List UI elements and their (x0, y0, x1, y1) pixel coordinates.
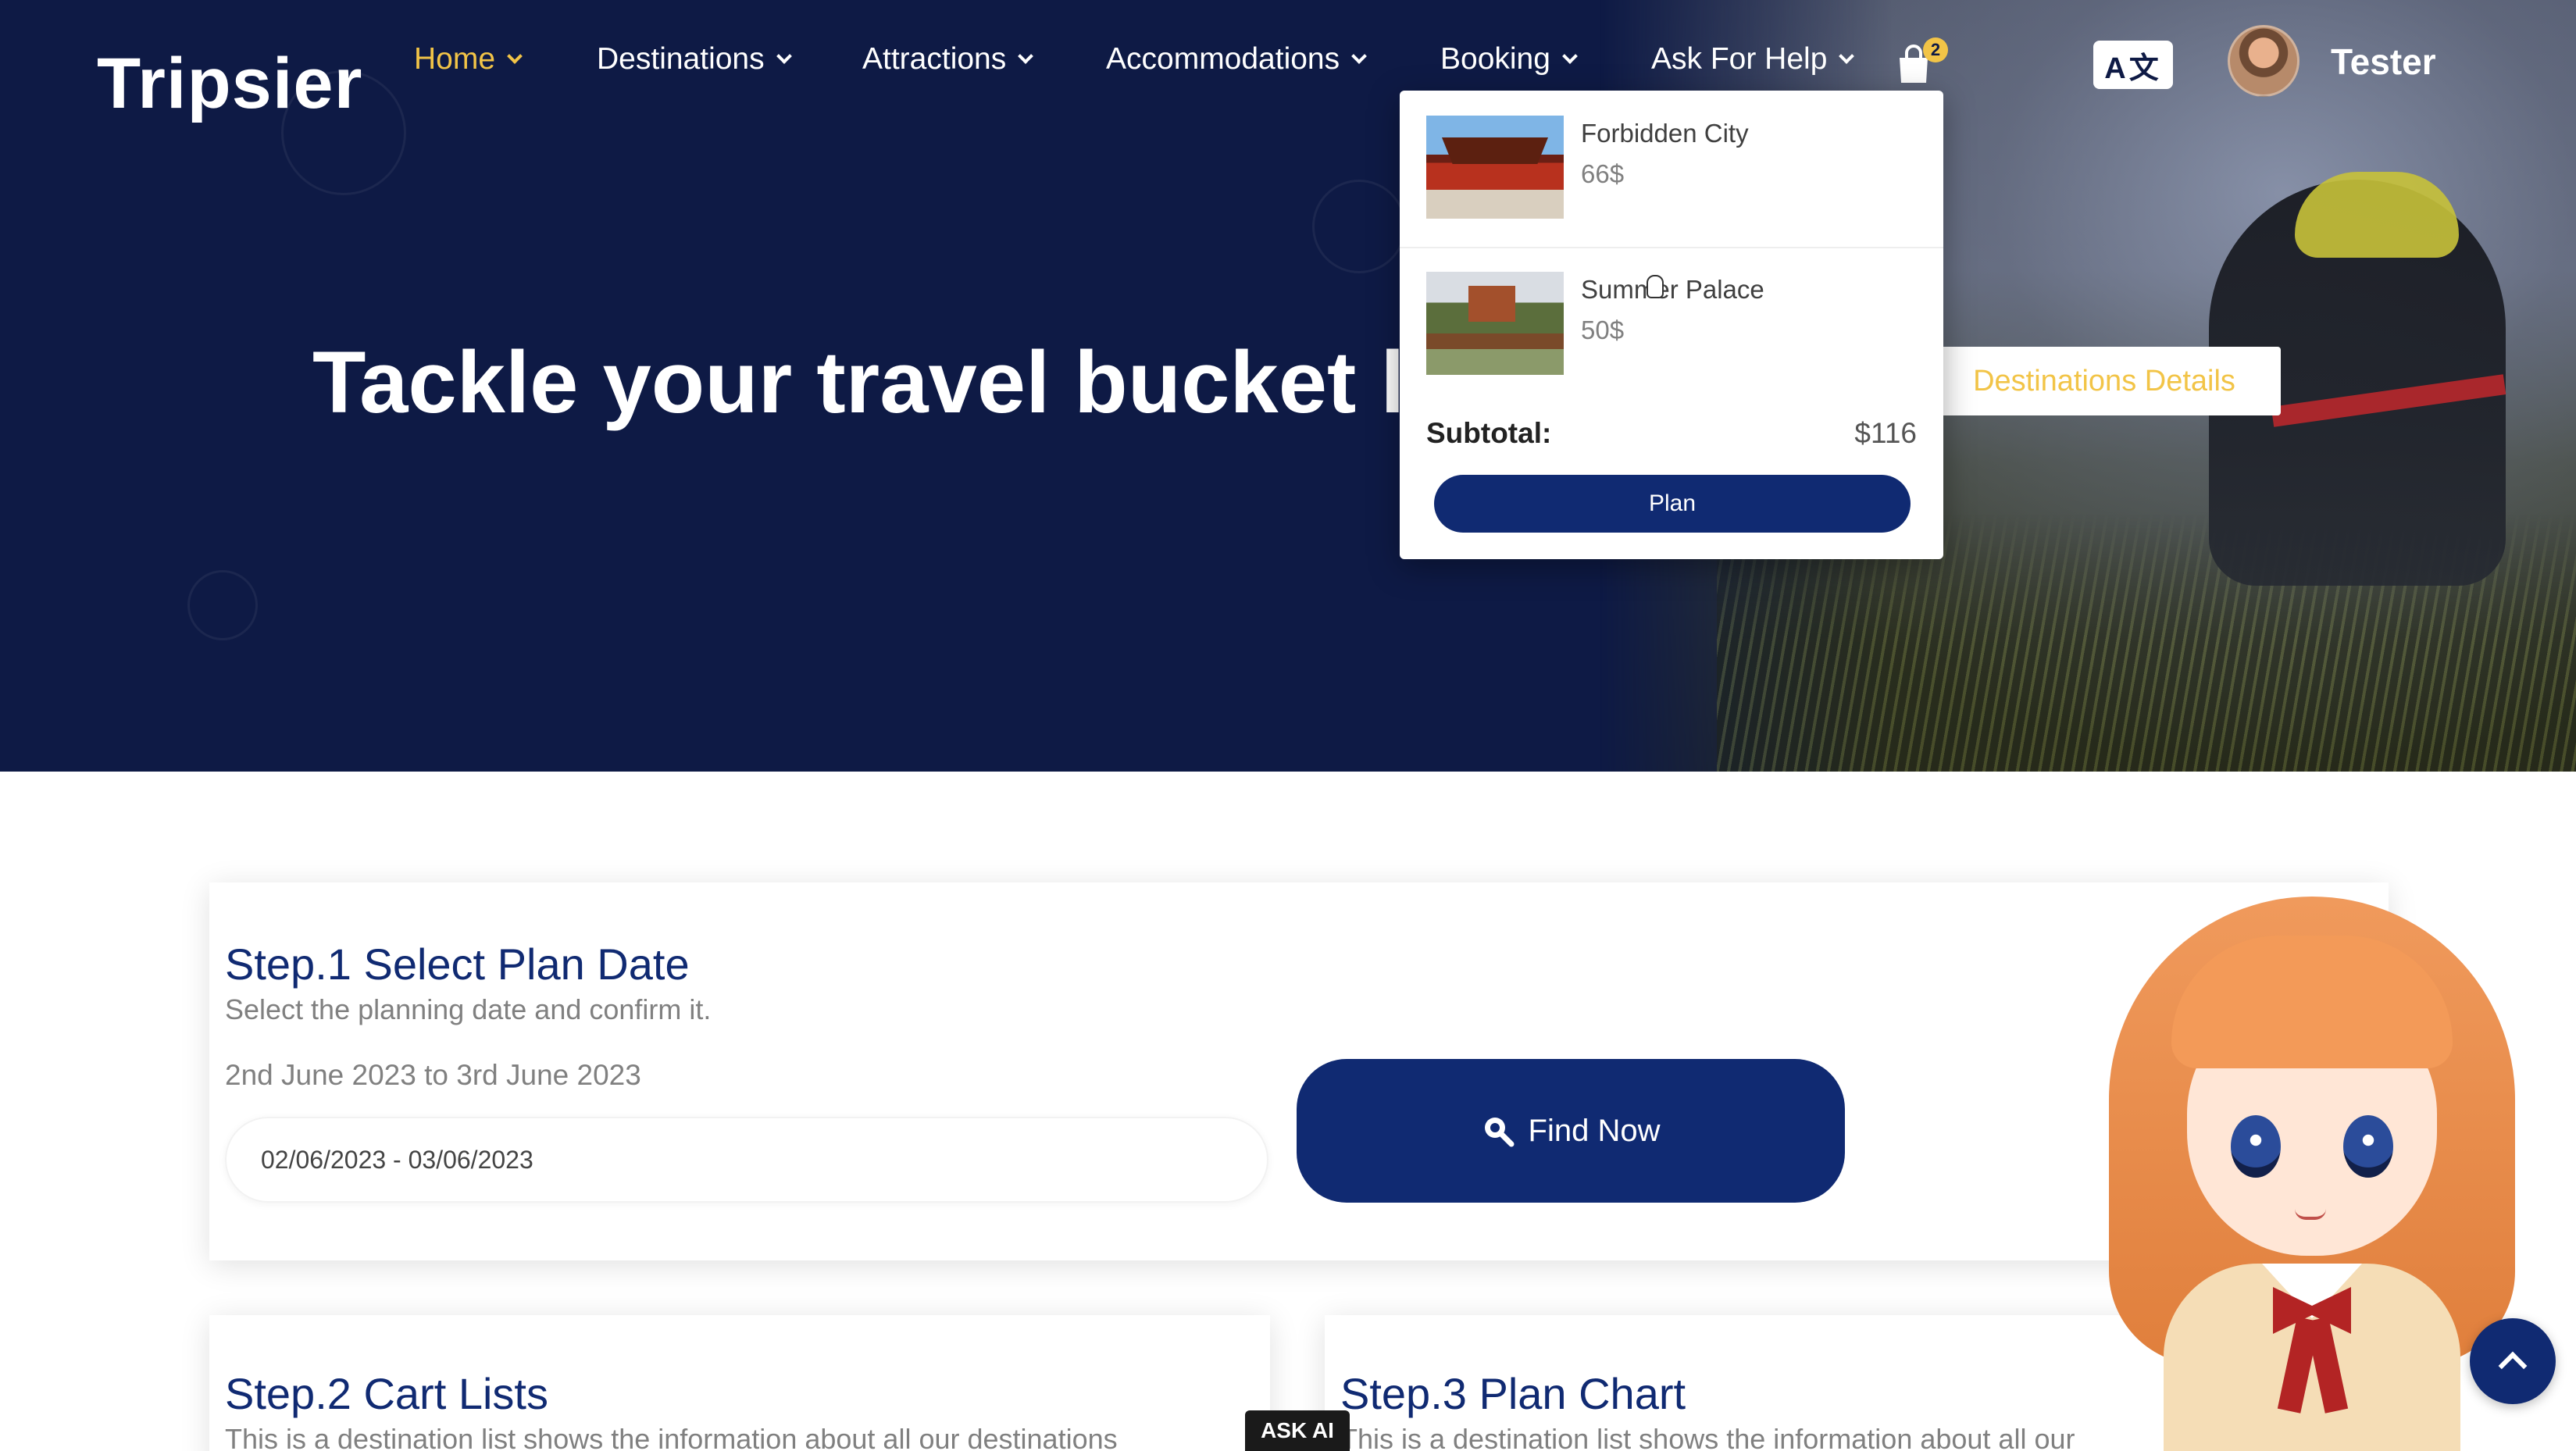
step1-subtitle: Select the planning date and confirm it. (225, 993, 712, 1025)
find-now-label: Find Now (1528, 1113, 1661, 1148)
hero-title: Tackle your travel bucket l (312, 333, 1405, 431)
subtotal-value: $116 (1854, 417, 1917, 449)
step2-title: Step.2 Cart Lists (225, 1369, 548, 1418)
forbidden-city-thumbnail (1426, 116, 1564, 219)
step1-title: Step.1 Select Plan Date (225, 939, 690, 989)
cart-dropdown: Forbidden City 66$ Summer Palace 50$ Sub… (1400, 91, 1943, 559)
cart-item-price: 66$ (1581, 159, 1625, 188)
cart-item-price: 50$ (1581, 316, 1625, 344)
cyclist-helmet (2295, 172, 2459, 258)
user-name[interactable]: Tester (2331, 34, 2436, 89)
chevron-down-icon (1839, 48, 1855, 64)
step3-subtitle: This is a destination list shows the inf… (1340, 1423, 2075, 1451)
subtotal-label: Subtotal: (1426, 417, 1552, 449)
step2-subtitle: This is a destination list shows the inf… (225, 1423, 1118, 1451)
nav-item-accommodations[interactable]: Accommodations (1106, 36, 1368, 83)
chevron-down-icon (507, 48, 523, 64)
background-doodle (1312, 180, 1406, 273)
cart-item-name: Forbidden City (1581, 119, 1749, 148)
ask-ai-button[interactable]: ASK AI (1245, 1410, 1350, 1451)
cart-count-badge: 2 (1923, 37, 1948, 62)
destinations-details-button[interactable]: Destinations Details (1928, 347, 2281, 415)
nav-item-label: Attractions (862, 42, 1007, 76)
summer-palace-thumbnail (1426, 272, 1564, 375)
nav-item-label: Accommodations (1106, 42, 1340, 76)
step2-card: Step.2 Cart Lists This is a destination … (209, 1315, 1270, 1451)
mascot-eye (2343, 1115, 2393, 1178)
mouse-cursor-icon (1647, 275, 1664, 298)
date-range-input[interactable]: 02/06/2023 - 03/06/2023 (225, 1117, 1268, 1203)
nav-item-destinations[interactable]: Destinations (597, 36, 792, 83)
nav-item-label: Home (414, 42, 496, 76)
mascot-eye (2231, 1115, 2281, 1178)
step3-title: Step.3 Plan Chart (1340, 1369, 1686, 1418)
language-switch-icon[interactable]: A文 (2093, 41, 2173, 89)
nav-item-home[interactable]: Home (414, 36, 523, 83)
chevron-down-icon (1562, 48, 1578, 64)
nav-item-label: Booking (1440, 42, 1550, 76)
nav-item-attractions[interactable]: Attractions (862, 36, 1034, 83)
step1-card: Step.1 Select Plan Date Select the plann… (209, 882, 2389, 1260)
site-logo[interactable]: Tripsier (97, 41, 362, 127)
nav-item-ask-for-help[interactable]: Ask For Help (1651, 36, 1855, 83)
chevron-down-icon (776, 48, 792, 64)
background-doodle (187, 570, 258, 640)
nav-item-label: Destinations (597, 42, 765, 76)
find-now-button[interactable]: Find Now (1297, 1059, 1845, 1203)
cart-item-name: Summer Palace (1581, 275, 1764, 304)
nav-item-label: Ask For Help (1651, 42, 1828, 76)
cart-item[interactable]: Forbidden City 66$ (1400, 91, 1943, 247)
nav-item-booking[interactable]: Booking (1440, 36, 1578, 83)
chevron-down-icon (1351, 48, 1368, 64)
search-icon (1484, 1118, 1515, 1147)
plan-button[interactable]: Plan (1434, 475, 1911, 533)
cart-item[interactable]: Summer Palace 50$ (1400, 247, 1943, 403)
scroll-to-top-button[interactable] (2470, 1318, 2556, 1404)
chevron-up-icon (2498, 1351, 2528, 1381)
user-avatar[interactable] (2228, 25, 2299, 97)
selected-date-text: 2nd June 2023 to 3rd June 2023 (225, 1059, 641, 1091)
chevron-down-icon (1018, 48, 1034, 64)
